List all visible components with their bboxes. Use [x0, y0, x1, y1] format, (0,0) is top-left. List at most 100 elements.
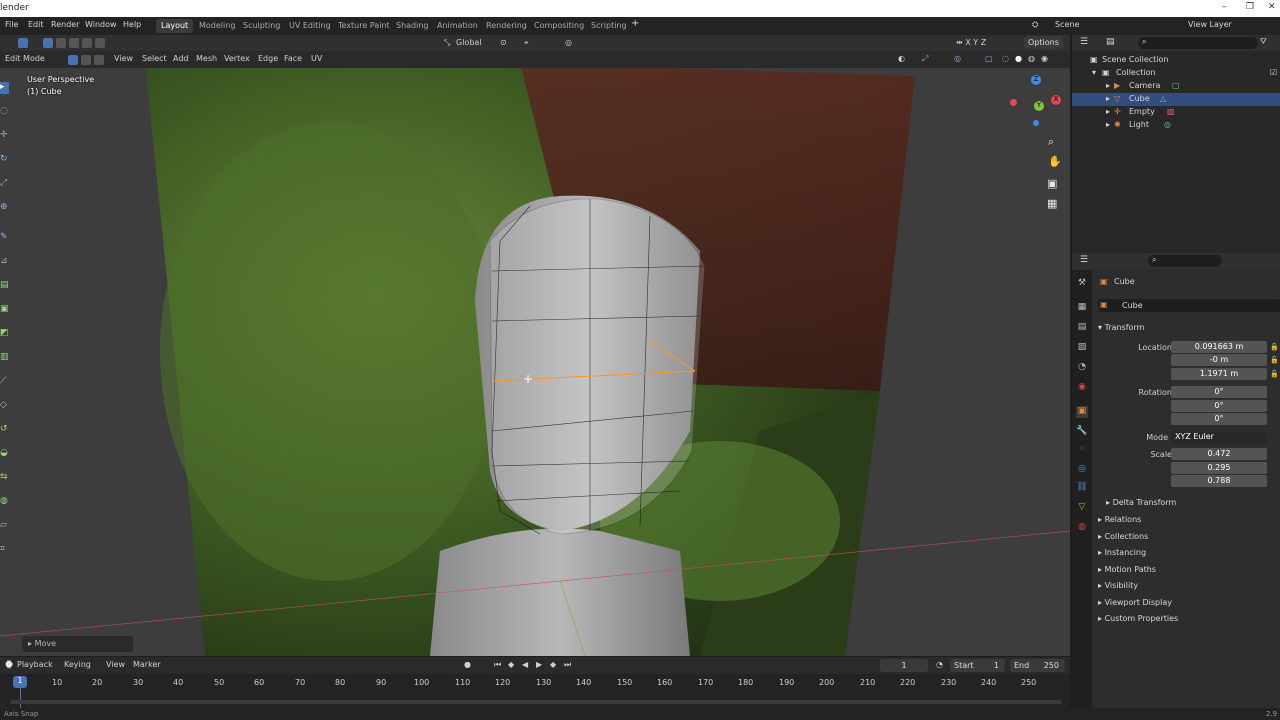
menu-mesh[interactable]: Mesh — [196, 54, 217, 63]
spin-tool-icon[interactable]: ↺ — [0, 424, 9, 436]
menu-file[interactable]: File — [5, 20, 18, 29]
editor-type-icon[interactable]: ☰ — [1080, 37, 1088, 47]
select-box-icon[interactable] — [18, 38, 28, 48]
outliner-row-cube[interactable]: ▸ ▽ Cube △ — [1072, 93, 1280, 106]
gizmo-toggle-icon[interactable]: ⤢ — [922, 54, 928, 64]
bevel-tool-icon[interactable]: ◩ — [0, 328, 9, 340]
menu-window[interactable]: Window — [85, 20, 117, 29]
expand-icon[interactable]: ▸ — [1106, 81, 1110, 90]
transform-orientation-select[interactable]: Global — [456, 38, 482, 47]
object-tab-icon[interactable]: ▣ — [1076, 406, 1088, 418]
viewport-display-panel-header[interactable]: ▸ Viewport Display — [1098, 598, 1172, 607]
location-y-field[interactable]: -0 m — [1171, 354, 1267, 366]
data-tab-icon[interactable]: ▽ — [1076, 502, 1088, 514]
view-layer-name[interactable]: View Layer — [1188, 20, 1232, 29]
visibility-panel-header[interactable]: ▸ Visibility — [1098, 581, 1138, 590]
tab-compositing[interactable]: Compositing — [529, 19, 589, 33]
location-z-field[interactable]: 1.1971 m — [1171, 368, 1267, 380]
transform-tool-icon[interactable]: ⊕ — [0, 202, 9, 214]
mode-select[interactable]: Edit Mode — [5, 54, 45, 63]
end-frame-field[interactable]: End 250 — [1010, 659, 1065, 672]
select-mode-invert-icon[interactable] — [82, 38, 92, 48]
timeline-view-menu[interactable]: View — [106, 660, 125, 669]
shear-tool-icon[interactable]: ▱ — [0, 520, 9, 532]
pivot-point-icon[interactable]: ⊙ — [500, 38, 507, 47]
cursor-tool-icon[interactable]: ◌ — [0, 106, 9, 118]
gizmo-neg-x[interactable] — [1010, 99, 1017, 106]
scene-tab-icon[interactable]: ◔ — [1076, 362, 1088, 374]
filter-icon[interactable]: ⛛ — [1260, 37, 1267, 47]
edge-select-mode-icon[interactable] — [81, 55, 91, 65]
render-tab-icon[interactable]: ▦ — [1076, 302, 1088, 314]
start-frame-field[interactable]: Start 1 — [950, 659, 1005, 672]
scale-y-field[interactable]: 0.295 — [1171, 462, 1267, 474]
timeline-editor-icon[interactable]: ⌚ — [4, 660, 14, 669]
mirror-axis-icon[interactable]: ⇹ X Y Z — [956, 38, 986, 47]
outliner-row-light[interactable]: ▸ ✺ Light ◎ — [1072, 119, 1280, 132]
vertex-select-mode-icon[interactable] — [68, 55, 78, 65]
restore-button[interactable]: ❐ — [1246, 2, 1254, 12]
editor-type-icon[interactable]: ☰ — [1080, 255, 1088, 265]
annotate-tool-icon[interactable]: ✎ — [0, 232, 9, 244]
snap-icon[interactable]: ⌖ — [524, 38, 529, 48]
menu-view[interactable]: View — [114, 54, 133, 63]
select-mode-subtract-icon[interactable] — [69, 38, 79, 48]
lock-icon[interactable]: 🔓 — [1270, 370, 1279, 378]
playback-menu[interactable]: Playback — [17, 660, 53, 669]
physics-tab-icon[interactable]: ◎ — [1076, 464, 1088, 476]
outliner-row-camera[interactable]: ▸ ▶ Camera ▢ — [1072, 80, 1280, 93]
world-tab-icon[interactable]: ◉ — [1076, 382, 1088, 394]
menu-render[interactable]: Render — [51, 20, 79, 29]
tab-scripting[interactable]: Scripting — [586, 19, 632, 33]
gizmo-x-axis[interactable]: X — [1051, 95, 1061, 105]
expand-icon[interactable]: ▸ — [1106, 120, 1110, 129]
collections-panel-header[interactable]: ▸ Collections — [1098, 532, 1148, 541]
xray-toggle-icon[interactable]: ▢ — [985, 54, 993, 63]
timeline[interactable]: 1 10 20 30 40 50 60 70 80 90 100 110 120… — [0, 674, 1070, 708]
display-mode-icon[interactable]: ▤ — [1106, 37, 1115, 47]
expand-icon[interactable]: ▾ — [1092, 68, 1096, 77]
menu-edit[interactable]: Edit — [28, 20, 44, 29]
tab-rendering[interactable]: Rendering — [481, 19, 532, 33]
menu-select[interactable]: Select — [142, 54, 167, 63]
tab-animation[interactable]: Animation — [432, 19, 483, 33]
visibility-icon[interactable]: ◐ — [898, 54, 905, 63]
gizmo-z-axis[interactable]: Z — [1031, 75, 1041, 85]
jump-end-icon[interactable]: ⏭ — [564, 660, 571, 670]
edge-slide-tool-icon[interactable]: ⇆ — [0, 472, 9, 484]
shrink-fatten-tool-icon[interactable]: ◍ — [0, 496, 9, 508]
measure-tool-icon[interactable]: ⊿ — [0, 256, 9, 268]
constraints-tab-icon[interactable]: ⛓ — [1076, 482, 1088, 494]
smooth-tool-icon[interactable]: ◒ — [0, 448, 9, 460]
next-keyframe-icon[interactable]: ◆ — [550, 660, 556, 669]
current-frame-field[interactable]: 1 — [880, 659, 928, 672]
location-x-field[interactable]: 0.091663 m — [1171, 341, 1267, 353]
tab-uv-editing[interactable]: UV Editing — [284, 19, 336, 33]
minimize-button[interactable]: – — [1222, 2, 1227, 12]
scale-z-field[interactable]: 0.788 — [1171, 475, 1267, 487]
menu-vertex[interactable]: Vertex — [224, 54, 250, 63]
last-operator-panel[interactable]: ▸ Move — [22, 636, 133, 652]
outliner-row-collection[interactable]: ▾ ▣ Collection ☑ — [1072, 67, 1280, 80]
select-mode-intersect-icon[interactable] — [95, 38, 105, 48]
pan-hand-icon[interactable]: ✋ — [1048, 155, 1062, 168]
add-workspace-icon[interactable]: + — [631, 18, 639, 29]
3d-viewport[interactable]: + User Perspective (1) Cube Z X Y ⌕ ✋ ▣ … — [0, 51, 1070, 656]
menu-face[interactable]: Face — [284, 54, 302, 63]
record-icon[interactable]: ● — [464, 660, 471, 669]
close-button[interactable]: ✕ — [1268, 2, 1276, 12]
scene-name[interactable]: Scene — [1055, 20, 1079, 29]
delta-transform-header[interactable]: ▸ Delta Transform — [1106, 498, 1176, 507]
poly-build-tool-icon[interactable]: ◇ — [0, 400, 9, 412]
timeline-scrollbar[interactable] — [10, 700, 1062, 704]
instancing-panel-header[interactable]: ▸ Instancing — [1098, 548, 1146, 557]
play-reverse-icon[interactable]: ◀ — [522, 660, 528, 669]
menu-edge[interactable]: Edge — [258, 54, 278, 63]
tab-sculpting[interactable]: Sculpting — [238, 19, 285, 33]
face-select-mode-icon[interactable] — [94, 55, 104, 65]
menu-add[interactable]: Add — [173, 54, 189, 63]
lock-icon[interactable]: 🔓 — [1270, 356, 1279, 364]
rotation-z-field[interactable]: 0° — [1171, 413, 1267, 425]
rotation-y-field[interactable]: 0° — [1171, 400, 1267, 412]
tab-texture-paint[interactable]: Texture Paint — [333, 19, 395, 33]
